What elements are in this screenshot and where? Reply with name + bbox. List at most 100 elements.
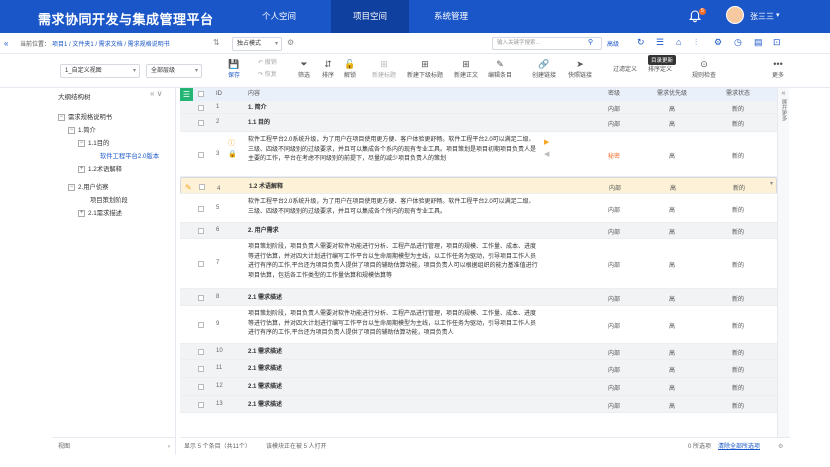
row-content[interactable]: 2.1 需求描述 bbox=[248, 294, 538, 304]
row-content[interactable]: 软件工程平台2.0系统升级，为了用户在项目使用更方便、客户体验更舒畅。软件工程平… bbox=[248, 198, 538, 217]
col-priority[interactable]: 需求优先级 bbox=[648, 88, 696, 101]
row-checkbox[interactable] bbox=[198, 151, 204, 158]
col-level[interactable]: 密级 bbox=[594, 88, 634, 101]
refresh-icon[interactable]: ↻ bbox=[637, 37, 645, 48]
row-checkbox[interactable] bbox=[199, 183, 205, 190]
row-content[interactable]: 2.1 需求描述 bbox=[248, 383, 538, 393]
row-content[interactable]: 软件工程平台2.0系统升级，为了用户在项目使用更方便、客户体验更舒畅。软件工程平… bbox=[248, 136, 538, 165]
tree-item[interactable]: −2.用户侦察 bbox=[68, 182, 108, 191]
tree-item[interactable]: −1.1目的 bbox=[78, 138, 109, 147]
settings-icon[interactable]: ⚙ bbox=[287, 38, 294, 47]
table-row[interactable]: 4 1.2 术语解释 内部 高 新的 ✎ bbox=[180, 177, 777, 194]
warning-icon[interactable]: ⓘ bbox=[228, 138, 235, 148]
rule-check-button[interactable]: ⊙ 规则检查 bbox=[688, 58, 720, 79]
level-select[interactable]: 全部层级 bbox=[146, 64, 202, 78]
row-checkbox[interactable] bbox=[198, 104, 204, 111]
row-content[interactable]: 1.1 目的 bbox=[248, 119, 538, 129]
tree-item[interactable]: − 需求规格说明书 bbox=[58, 112, 112, 121]
unlock-button[interactable]: 🔓 解锁 bbox=[336, 58, 364, 79]
settings-icon[interactable]: ⚙ bbox=[778, 438, 783, 456]
save-button[interactable]: 💾 保存 bbox=[220, 58, 248, 79]
expand-left-icon[interactable]: ◀ bbox=[544, 150, 549, 158]
tree-item-selected[interactable]: 软件工程平台2.0版本 bbox=[100, 151, 159, 160]
clear-selection-link[interactable]: 清除全部所选项 bbox=[718, 438, 760, 456]
user-name[interactable]: 张三三 bbox=[750, 11, 774, 22]
search-icon[interactable]: ⚲ bbox=[588, 38, 593, 46]
table-row[interactable]: 7 项目策划阶段，项目负责人需要对软件功能进行分析、工程产品进行管理，项目的规模、… bbox=[180, 239, 777, 289]
table-row[interactable]: 11 2.1 需求描述 内部 高 新的 bbox=[180, 360, 777, 378]
tag-icon[interactable]: ⌂ bbox=[676, 37, 681, 47]
snapshot-link-button[interactable]: ➤ 快照链接 bbox=[564, 58, 596, 79]
collapse-icon[interactable]: « ∨ bbox=[150, 89, 163, 98]
row-content[interactable]: 项目策划阶段，项目负责人需要对软件功能进行分析、工程产品进行管理，项目的规模、工… bbox=[248, 310, 538, 339]
select-all-checkbox[interactable] bbox=[198, 91, 204, 97]
table-row[interactable]: 2 1.1 目的 内部 高 新的 bbox=[180, 114, 777, 132]
edit-icon[interactable]: ✎ bbox=[185, 182, 192, 194]
row-checkbox[interactable] bbox=[198, 294, 204, 301]
table-row[interactable]: 9 项目策划阶段，项目负责人需要对软件功能进行分析、工程产品进行管理，项目的规模、… bbox=[180, 306, 777, 344]
table-row[interactable]: 12 2.1 需求描述 内部 高 新的 bbox=[180, 378, 777, 396]
row-content[interactable]: 2.1 需求描述 bbox=[248, 365, 538, 375]
list-icon[interactable]: ☰ bbox=[656, 37, 664, 48]
new-body-button[interactable]: ⊞ 新建正文 bbox=[450, 58, 482, 79]
history-icon[interactable]: ◷ bbox=[734, 37, 742, 48]
view-select[interactable]: 1_自定义视图 bbox=[60, 64, 140, 78]
row-checkbox[interactable] bbox=[198, 120, 204, 126]
table-row[interactable]: 13 2.1 需求描述 内部 高 新的 bbox=[180, 396, 777, 413]
search-input[interactable]: 输入关键字搜索... bbox=[492, 37, 602, 50]
row-content[interactable]: 2. 用户需求 bbox=[248, 227, 538, 237]
outline-toggle-icon[interactable]: ☰ bbox=[180, 88, 193, 101]
undo-button[interactable]: ↶ 撤销 bbox=[258, 57, 288, 66]
gear-icon[interactable]: ⚙ bbox=[714, 37, 722, 48]
export-icon[interactable]: ⊡ bbox=[773, 37, 781, 48]
sidebar-footer[interactable]: 视图 › bbox=[52, 437, 176, 455]
table-row[interactable]: 1 1. 简介 内部 高 新的 bbox=[180, 101, 777, 114]
new-title-button[interactable]: ⊞ 新建标题 bbox=[368, 58, 400, 79]
table-row[interactable]: 3 软件工程平台2.0系统升级，为了用户在项目使用更方便、客户体验更舒畅。软件工程… bbox=[180, 132, 777, 177]
chevron-down-icon[interactable]: ▾ bbox=[776, 11, 780, 19]
tree-item[interactable]: +1.2术语解释 bbox=[78, 164, 122, 173]
row-content[interactable]: 1. 简介 bbox=[248, 104, 538, 114]
row-checkbox[interactable] bbox=[198, 349, 204, 355]
col-id[interactable]: ID bbox=[216, 88, 222, 101]
table-row[interactable]: 6 2. 用户需求 内部 高 新的 bbox=[180, 223, 777, 239]
row-content[interactable]: 2.1 需求描述 bbox=[248, 401, 538, 411]
nav-personal-space[interactable]: 个人空间 bbox=[240, 0, 318, 33]
collapse-sidebar-icon[interactable]: « bbox=[4, 39, 8, 48]
create-link-button[interactable]: 🔗 创建链接 bbox=[528, 58, 560, 79]
row-content[interactable]: 1.2 术语解释 bbox=[249, 183, 539, 193]
table-row[interactable]: 10 2.1 需求描述 内部 高 新的 bbox=[180, 344, 777, 360]
row-checkbox[interactable] bbox=[198, 228, 204, 234]
expand-right-icon[interactable]: ▶ bbox=[544, 138, 549, 146]
tree-item[interactable]: 项目策划阶段 bbox=[90, 195, 128, 204]
expand-more-panel[interactable]: « 展开更多 bbox=[777, 88, 789, 437]
new-subtitle-button[interactable]: ⊞ 新建下级标题 bbox=[402, 58, 448, 79]
mode-select[interactable]: 独占模式 bbox=[232, 37, 282, 51]
row-checkbox[interactable] bbox=[198, 401, 204, 408]
swap-icon[interactable]: ⇅ bbox=[213, 38, 220, 47]
advanced-search-link[interactable]: 高级 bbox=[607, 39, 619, 48]
nav-system-admin[interactable]: 系统管理 bbox=[412, 0, 490, 33]
more-button[interactable]: ••• 更多 bbox=[764, 58, 792, 79]
row-checkbox[interactable] bbox=[198, 205, 204, 212]
adjust-icon[interactable]: ⫶ bbox=[695, 37, 697, 48]
nav-project-space[interactable]: 项目空间 bbox=[331, 0, 409, 33]
edit-entry-button[interactable]: ✎ 编辑条目 bbox=[484, 58, 516, 79]
tree-item[interactable]: −1.简介 bbox=[68, 125, 96, 134]
tree-item[interactable]: +2.1需求描述 bbox=[78, 208, 122, 217]
row-content[interactable]: 项目策划阶段，项目负责人需要对软件功能进行分析、工程产品进行管理，项目的规模、工… bbox=[248, 243, 538, 281]
avatar[interactable] bbox=[726, 6, 744, 24]
col-status[interactable]: 需求状态 bbox=[714, 88, 762, 101]
filter-definition-button[interactable]: 过滤定义 bbox=[608, 64, 642, 73]
table-row[interactable]: 8 2.1 需求描述 内部 高 新的 bbox=[180, 289, 777, 306]
row-checkbox[interactable] bbox=[198, 322, 204, 328]
table-row[interactable]: 5 软件工程平台2.0系统升级，为了用户在项目使用更方便、客户体验更舒畅。软件工程… bbox=[180, 194, 777, 223]
row-content[interactable]: 2.1 需求描述 bbox=[248, 348, 538, 358]
row-checkbox[interactable] bbox=[198, 384, 204, 390]
sort-definition-button[interactable]: 排序定义 bbox=[642, 64, 678, 73]
redo-button[interactable]: ↷ 恢复 bbox=[258, 69, 288, 78]
col-content[interactable]: 内容 bbox=[248, 88, 260, 101]
row-checkbox[interactable] bbox=[198, 261, 204, 267]
document-icon[interactable]: ▤ bbox=[754, 37, 763, 48]
breadcrumb[interactable]: 项目1 / 文件夹1 / 需求文档 / 需求规格说明书 bbox=[52, 39, 170, 48]
